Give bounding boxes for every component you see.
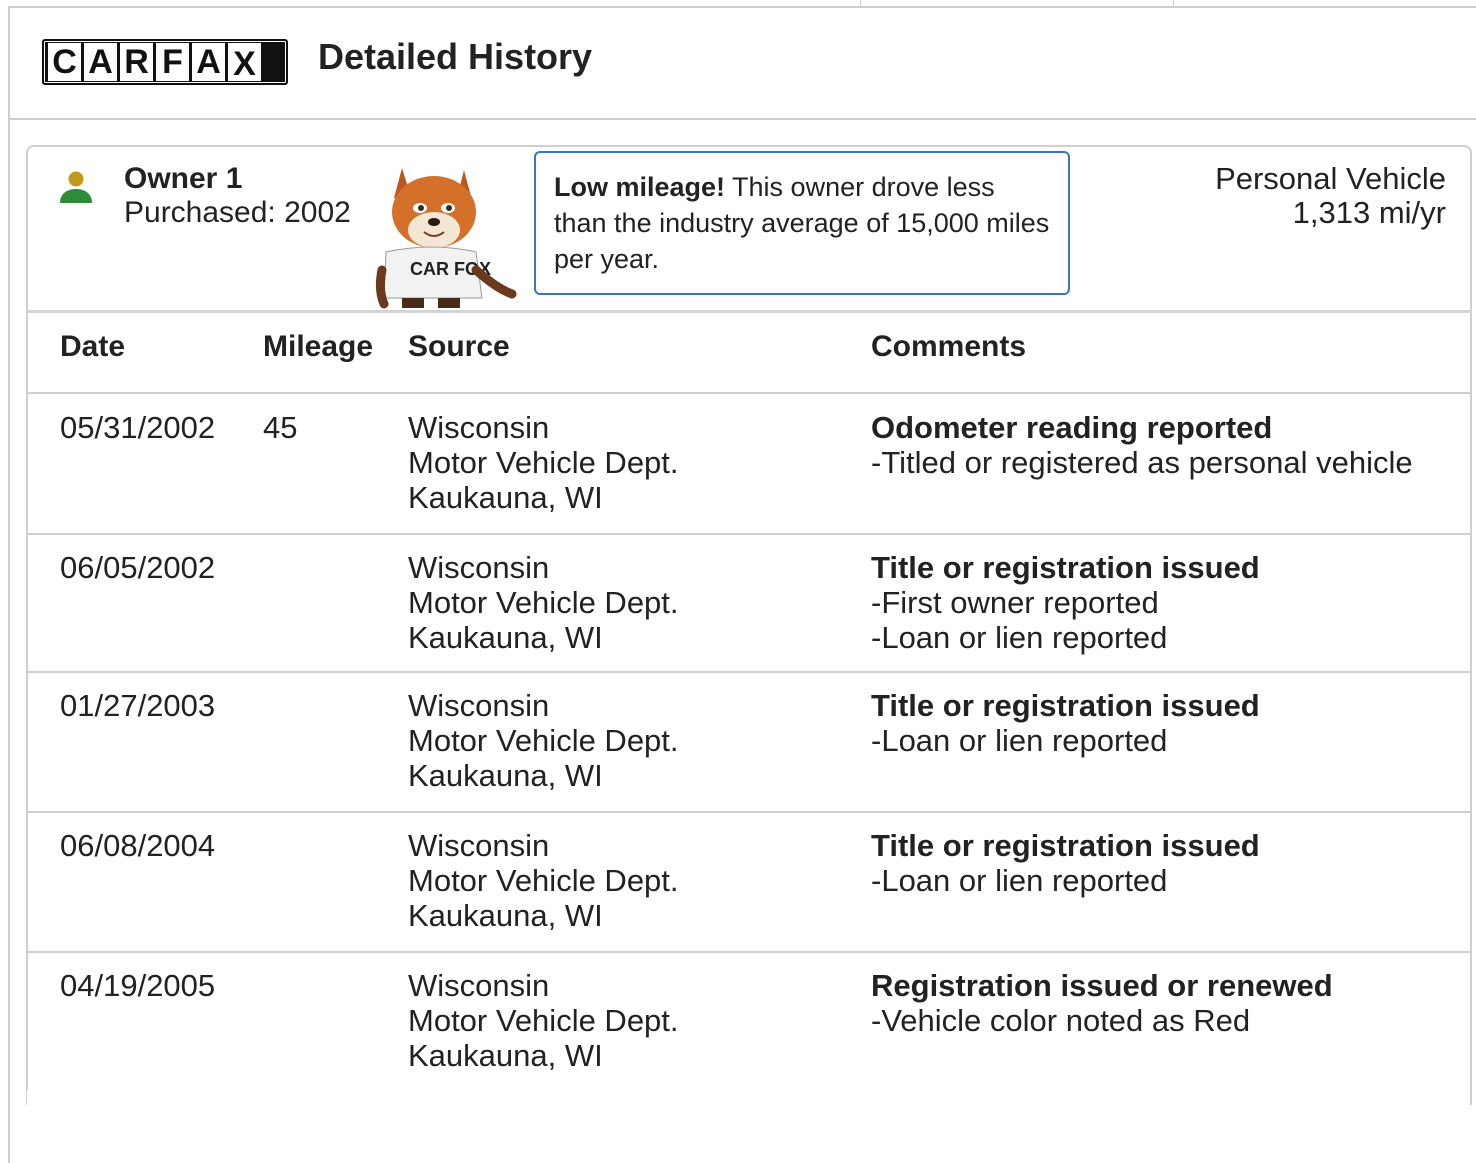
car-fox-mascot-icon: CAR FOX	[375, 168, 517, 309]
comment-item: -First owner reported	[871, 585, 1159, 620]
source-line: Wisconsin	[408, 410, 550, 445]
row-comments: Registration issued or renewed -Vehicle …	[871, 968, 1333, 1038]
row-date: 04/19/2005	[60, 968, 216, 1003]
comment-item-text: Loan or lien reported	[881, 863, 1168, 898]
usage-rate: 1,313 mi/yr	[1292, 195, 1446, 230]
row-mileage: 45	[263, 410, 298, 445]
comment-title: Title or registration issued	[871, 828, 1260, 863]
comment-item-text: Loan or lien reported	[881, 620, 1168, 655]
carfax-logo: C A R F A X	[42, 39, 288, 85]
column-header-date: Date	[60, 330, 126, 363]
person-icon	[60, 171, 92, 203]
source-line: Motor Vehicle Dept.	[408, 445, 679, 480]
comment-item: -Loan or lien reported	[871, 620, 1168, 655]
source-line: Wisconsin	[408, 828, 550, 863]
vehicle-usage: Personal Vehicle 1,313 mi/yr	[1215, 162, 1446, 230]
source-line: Motor Vehicle Dept.	[408, 1003, 679, 1038]
logo-letter: C	[48, 43, 81, 81]
page-title: Detailed History	[318, 36, 593, 77]
source-line: Kaukauna, WI	[408, 758, 603, 793]
source-line: Kaukauna, WI	[408, 620, 603, 655]
source-line: Wisconsin	[408, 968, 550, 1003]
logo-letter: A	[192, 43, 225, 81]
comment-item-text: Vehicle color noted as Red	[881, 1003, 1251, 1038]
comment-title: Odometer reading reported	[871, 410, 1273, 445]
comment-item: -Loan or lien reported	[871, 863, 1168, 898]
comment-item: -Vehicle color noted as Red	[871, 1003, 1251, 1038]
source-line: Wisconsin	[408, 550, 550, 585]
row-date: 05/31/2002	[60, 410, 216, 445]
source-line: Motor Vehicle Dept.	[408, 863, 679, 898]
row-comments: Title or registration issued -First owne…	[871, 550, 1260, 655]
comment-item: -Titled or registered as personal vehicl…	[871, 445, 1413, 480]
logo-letter: R	[120, 43, 153, 81]
source-line: Kaukauna, WI	[408, 1038, 603, 1073]
table-header	[27, 310, 1472, 394]
row-source: Wisconsin Motor Vehicle Dept. Kaukauna, …	[408, 688, 679, 793]
logo-letter: A	[84, 43, 117, 81]
comment-item-text: Titled or registered as personal vehicle	[881, 445, 1413, 480]
comment-title: Title or registration issued	[871, 688, 1260, 723]
comment-title: Title or registration issued	[871, 550, 1260, 585]
callout-highlight: Low mileage!	[554, 172, 726, 202]
usage-type: Personal Vehicle	[1215, 161, 1446, 196]
row-comments: Odometer reading reported -Titled or reg…	[871, 410, 1413, 480]
card-edge-mask	[27, 1090, 29, 1163]
row-date: 01/27/2003	[60, 688, 216, 723]
comment-item-text: First owner reported	[881, 585, 1159, 620]
low-mileage-callout: Low mileage! This owner drove less than …	[534, 151, 1070, 295]
logo-letter: X	[228, 43, 261, 81]
source-line: Wisconsin	[408, 688, 550, 723]
source-line: Kaukauna, WI	[408, 480, 603, 515]
comment-title: Registration issued or renewed	[871, 968, 1333, 1003]
logo-letter: F	[156, 43, 189, 81]
row-date: 06/08/2004	[60, 828, 216, 863]
comment-item: -Loan or lien reported	[871, 723, 1168, 758]
row-source: Wisconsin Motor Vehicle Dept. Kaukauna, …	[408, 828, 679, 933]
column-header-source: Source	[408, 330, 510, 363]
row-comments: Title or registration issued -Loan or li…	[871, 688, 1260, 758]
comment-item-text: Loan or lien reported	[881, 723, 1168, 758]
row-date: 06/05/2002	[60, 550, 216, 585]
source-line: Motor Vehicle Dept.	[408, 723, 679, 758]
row-comments: Title or registration issued -Loan or li…	[871, 828, 1260, 898]
row-source: Wisconsin Motor Vehicle Dept. Kaukauna, …	[408, 968, 679, 1073]
source-line: Motor Vehicle Dept.	[408, 585, 679, 620]
source-line: Kaukauna, WI	[408, 898, 603, 933]
owner-name: Owner 1	[124, 162, 243, 195]
row-source: Wisconsin Motor Vehicle Dept. Kaukauna, …	[408, 410, 679, 515]
owner-purchased: Purchased: 2002	[124, 196, 351, 229]
column-header-mileage: Mileage	[263, 330, 374, 363]
column-header-comments: Comments	[871, 330, 1027, 363]
row-source: Wisconsin Motor Vehicle Dept. Kaukauna, …	[408, 550, 679, 655]
section-header: C A R F A X Detailed History	[10, 8, 1476, 120]
